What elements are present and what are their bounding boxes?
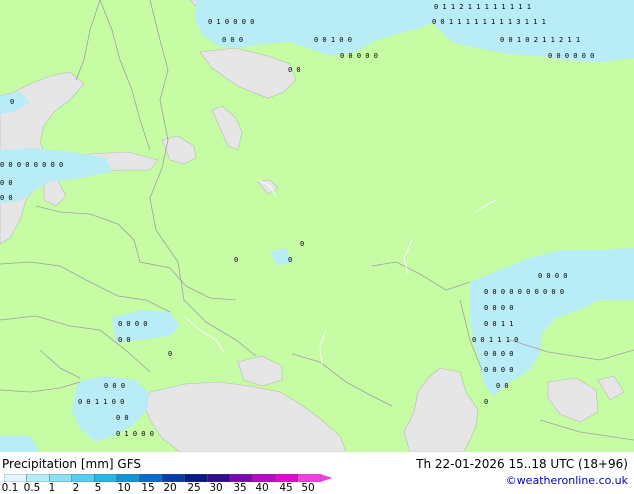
svg-text:0 0 0 0: 0 0 0 0 <box>118 320 148 328</box>
svg-text:0 0 1 0 2 1 1 2 1 1: 0 0 1 0 2 1 1 2 1 1 <box>500 36 580 44</box>
color-scale-tick: 5 <box>94 482 102 494</box>
svg-text:0 0 1 1 1 1 1 1 1 1 3 1 1 1: 0 0 1 1 1 1 1 1 1 1 3 1 1 1 <box>432 18 546 26</box>
svg-text:0 0 0: 0 0 0 <box>104 382 125 390</box>
color-scale-swatch <box>252 474 276 482</box>
color-scale-swatch <box>94 474 118 482</box>
legend-title-text: Precipitation [mm] <box>2 457 114 471</box>
svg-text:0: 0 <box>288 256 292 264</box>
model-name: GFS <box>117 457 141 471</box>
color-scale-tick: 30 <box>209 482 223 494</box>
svg-text:0 0: 0 0 <box>116 414 129 422</box>
svg-text:0 0 0 0: 0 0 0 0 <box>484 304 514 312</box>
color-scale-swatch <box>139 474 163 482</box>
color-scale-swatch <box>4 474 27 482</box>
svg-text:0 0 1 0 0: 0 0 1 0 0 <box>314 36 352 44</box>
svg-text:0 0 1 1: 0 0 1 1 <box>484 320 514 328</box>
svg-text:0: 0 <box>300 240 304 248</box>
color-scale-arrow <box>320 474 333 482</box>
color-scale-swatch <box>207 474 231 482</box>
color-scale-tick: 40 <box>255 482 269 494</box>
legend-footer: Precipitation [mm] GFS Th 22-01-2026 15.… <box>0 452 634 494</box>
color-scale-swatch <box>26 474 50 482</box>
color-scale-swatch <box>161 474 185 482</box>
svg-text:0 0 0 0 0 0 0 0 0 0: 0 0 0 0 0 0 0 0 0 0 <box>484 288 564 296</box>
legend-title: Precipitation [mm] GFS <box>2 457 141 471</box>
svg-text:0: 0 <box>10 98 14 106</box>
color-scale-tick: 10 <box>117 482 131 494</box>
color-scale-swatch <box>275 474 299 482</box>
svg-text:0 0: 0 0 <box>288 66 301 74</box>
svg-text:0: 0 <box>168 350 172 358</box>
svg-text:0 1 1 2 1 1 1 1 1 1 1 1: 0 1 1 2 1 1 1 1 1 1 1 1 <box>434 3 531 11</box>
color-scale-tick: 50 <box>301 482 315 494</box>
color-scale-tick: 20 <box>163 482 177 494</box>
svg-text:0 1 0 0 0 0: 0 1 0 0 0 0 <box>208 18 254 26</box>
color-scale-tick: 1 <box>48 482 56 494</box>
color-scale-swatch <box>184 474 208 482</box>
color-scale-swatch <box>297 474 321 482</box>
svg-text:0 0 0 0: 0 0 0 0 <box>484 366 514 374</box>
color-scale-bar <box>4 474 333 482</box>
svg-text:0 0 0 0: 0 0 0 0 <box>484 350 514 358</box>
svg-text:0 0 1 1 0 0: 0 0 1 1 0 0 <box>78 398 124 406</box>
color-scale-tick: 2 <box>72 482 80 494</box>
svg-text:0 0: 0 0 <box>0 179 13 187</box>
color-scale-tick: 15 <box>141 482 155 494</box>
color-scale-swatch <box>49 474 73 482</box>
credit-link[interactable]: ©weatheronline.co.uk <box>506 474 628 487</box>
color-scale-tick: 25 <box>187 482 201 494</box>
svg-text:0 0 0 0 0: 0 0 0 0 0 <box>340 52 378 60</box>
svg-text:0: 0 <box>484 398 488 406</box>
color-scale-tick: 0.5 <box>23 482 41 494</box>
color-scale-tick: 45 <box>279 482 293 494</box>
svg-text:0 0: 0 0 <box>0 194 13 202</box>
svg-text:0 0 0 0 0 0: 0 0 0 0 0 0 <box>548 52 594 60</box>
color-scale-swatch <box>116 474 140 482</box>
svg-text:0 0 0: 0 0 0 <box>222 36 243 44</box>
color-scale-swatch <box>229 474 253 482</box>
svg-text:0 0 0 0: 0 0 0 0 <box>538 272 568 280</box>
color-scale-tick: 35 <box>233 482 247 494</box>
color-scale-swatch <box>71 474 95 482</box>
svg-text:0 0: 0 0 <box>118 336 131 344</box>
color-scale-tick: 0.1 <box>1 482 19 494</box>
svg-text:0 0 1 1 1 0: 0 0 1 1 1 0 <box>472 336 518 344</box>
svg-text:0 0 0 0 0 0 0 0: 0 0 0 0 0 0 0 0 <box>0 161 63 169</box>
svg-text:0: 0 <box>234 256 238 264</box>
svg-text:0 1 0 0 0: 0 1 0 0 0 <box>116 430 154 438</box>
precipitation-map: 0 1 0 0 0 0 0 0 0 0 0 1 0 0 0 0 0 0 0 0 … <box>0 0 634 452</box>
svg-text:0 0: 0 0 <box>496 382 509 390</box>
valid-time: Th 22-01-2026 15..18 UTC (18+96) <box>416 457 628 471</box>
